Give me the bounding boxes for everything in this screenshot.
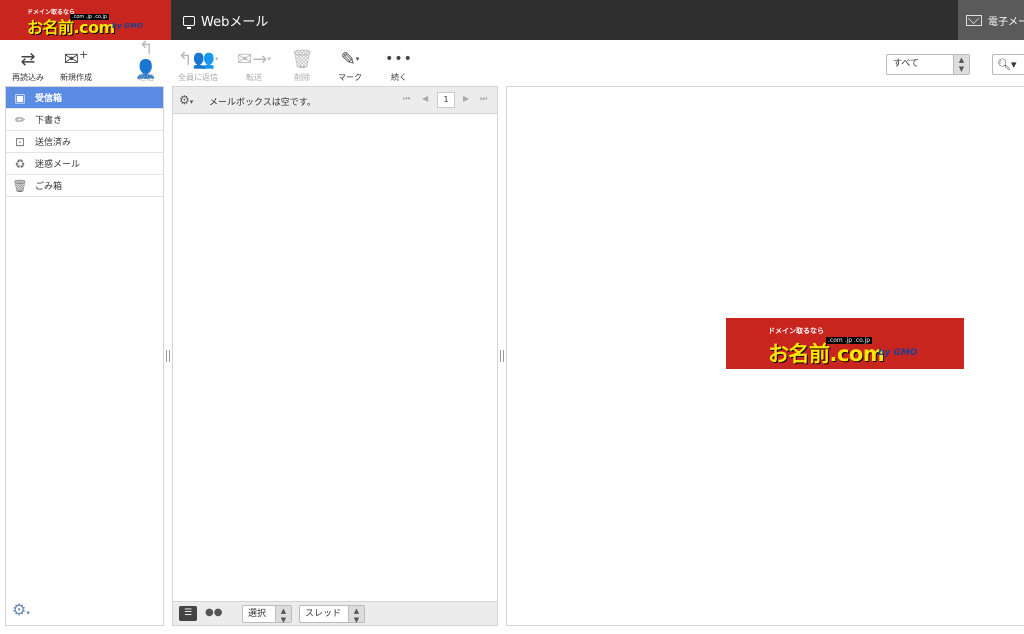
reload-label: 再読込み <box>12 73 44 82</box>
reply-button[interactable]: ↰👤 返信 <box>130 38 162 83</box>
message-list-footer: ☰ ●● 選択 ▲ ▼ スレッド ▲ ▼ <box>173 601 497 625</box>
pencil-icon: ✏ <box>14 112 26 127</box>
pen-icon: ✎ ▾ <box>340 48 360 70</box>
folder-item-sent[interactable]: ⊡ 送信済み <box>6 131 163 153</box>
folder-label: 迷惑メール <box>35 160 81 170</box>
folder-item-inbox[interactable]: ▣ 受信箱 <box>6 87 163 109</box>
envelope-icon <box>966 14 982 26</box>
inbox-icon: ▣ <box>14 90 26 105</box>
folder-settings-button[interactable]: ⚙▾ <box>12 600 30 619</box>
thread-dropdown[interactable]: スレッド ▲ ▼ <box>299 605 365 624</box>
preview-logo-tld: .com .jp .co.jp <box>826 337 873 344</box>
prev-page-icon[interactable]: ◀ <box>422 94 428 103</box>
search-icon: 🔍︎▾ <box>997 58 1017 71</box>
preview-logo-gmo: by GMO <box>878 348 918 358</box>
thread-dropdown-value: スレッド <box>305 609 342 619</box>
toolbar: ⇄ 再読込み ✉ + 新規作成 ↰👤 返信 ↰👥 ▾ 全員に返信 ✉→ ▾ 転送 🗑 … <box>0 38 1024 86</box>
chevron-down-icon: ▾ <box>26 609 30 617</box>
folder-label: ごみ箱 <box>35 182 63 192</box>
new-mail-icon: ✉ + <box>63 47 89 70</box>
compose-label: 新規作成 <box>60 73 92 82</box>
select-arrows-icon: ▲ ▼ <box>275 606 291 624</box>
trash-icon: 🗑 <box>290 48 314 70</box>
forward-label: 転送 <box>246 73 262 82</box>
message-list-pane: ⚙▾ メールボックスは空です。 ⏮ ◀ 1 ▶ ⏭ ☰ ●● 選択 ▲ ▼ スレッ… <box>172 86 498 626</box>
email-button-label: 電子メール <box>988 16 1024 28</box>
app-title-text: Webメール <box>201 15 269 30</box>
delete-label: 削除 <box>294 73 310 82</box>
filter-select[interactable]: すべて ▲ ▼ <box>886 54 970 75</box>
mark-label: マーク <box>338 73 362 82</box>
next-page-icon[interactable]: ▶ <box>463 94 469 103</box>
more-label: 続く <box>391 73 407 82</box>
email-button[interactable]: 電子メール <box>958 0 1024 40</box>
folder-label: 送信済み <box>35 138 72 148</box>
trash-icon: 🗑 <box>12 178 28 193</box>
folder-item-trash[interactable]: 🗑 ごみ箱 <box>6 175 163 197</box>
refresh-icon: ⇄ <box>20 48 36 70</box>
top-bar: ドメイン取るなら お名前.com .com .jp .co.jp by GMO … <box>0 0 1024 40</box>
forward-icon: ✉→ ▾ <box>237 48 271 70</box>
message-list-header: ⚙▾ メールボックスは空です。 ⏮ ◀ 1 ▶ ⏭ <box>173 87 497 114</box>
folder-item-junk[interactable]: ♻ 迷惑メール <box>6 153 163 175</box>
thread-view-icon[interactable]: ●● <box>205 607 222 618</box>
folder-item-drafts[interactable]: ✏ 下書き <box>6 109 163 131</box>
empty-mailbox-text: メールボックスは空です。 <box>209 98 316 108</box>
folder-pane: ▣ 受信箱 ✏ 下書き ⊡ 送信済み ♻ 迷惑メール 🗑 ごみ箱 ⚙▾ <box>5 86 164 626</box>
select-dropdown[interactable]: 選択 ▲ ▼ <box>242 605 292 624</box>
sent-icon: ⊡ <box>14 134 26 149</box>
folder-splitter-handle[interactable] <box>166 350 170 362</box>
list-view-icon[interactable]: ☰ <box>179 606 197 621</box>
reload-button[interactable]: ⇄ 再読込み <box>10 48 46 83</box>
preview-brand-logo: ドメイン取るなら お名前.com .com .jp .co.jp by GMO <box>726 318 964 369</box>
select-dropdown-value: 選択 <box>248 609 267 619</box>
folder-label: 下書き <box>35 116 63 126</box>
app-title: Webメール <box>183 11 268 30</box>
search-button[interactable]: 🔍︎▾ <box>992 54 1024 75</box>
reply-all-label: 全員に返信 <box>178 73 218 82</box>
select-arrows-icon: ▲ ▼ <box>953 55 969 74</box>
folder-label: 受信箱 <box>35 94 63 104</box>
compose-button[interactable]: ✉ + 新規作成 <box>58 48 94 83</box>
reply-all-icon: ↰👥 ▾ <box>177 48 219 70</box>
list-options-button[interactable]: ⚙▾ <box>179 93 193 107</box>
logo-gmo: by GMO <box>112 22 143 30</box>
junk-icon: ♻ <box>14 156 26 171</box>
preview-logo-tagline: ドメイン取るなら <box>768 327 824 335</box>
forward-button[interactable]: ✉→ ▾ 転送 <box>234 48 274 83</box>
ellipsis-icon: ••• <box>385 51 413 67</box>
delete-button[interactable]: 🗑 削除 <box>288 48 316 83</box>
gear-icon: ⚙ <box>12 600 27 619</box>
reply-all-button[interactable]: ↰👥 ▾ 全員に返信 <box>172 48 224 83</box>
more-button[interactable]: ••• 続く <box>384 48 414 83</box>
last-page-icon[interactable]: ⏭ <box>480 94 487 104</box>
page-number: 1 <box>437 92 455 108</box>
filter-value: すべて <box>893 59 920 69</box>
brand-logo[interactable]: ドメイン取るなら お名前.com .com .jp .co.jp by GMO <box>0 0 171 40</box>
preview-pane: ドメイン取るなら お名前.com .com .jp .co.jp by GMO <box>506 86 1024 626</box>
reply-icon: ↰👤 <box>134 38 158 80</box>
monitor-icon <box>183 15 195 29</box>
first-page-icon[interactable]: ⏮ <box>403 94 410 104</box>
logo-tld: .com .jp .co.jp <box>70 14 110 20</box>
select-arrows-icon: ▲ ▼ <box>348 606 364 624</box>
list-splitter-handle[interactable] <box>500 350 504 362</box>
mark-button[interactable]: ✎ ▾ マーク <box>334 48 366 83</box>
